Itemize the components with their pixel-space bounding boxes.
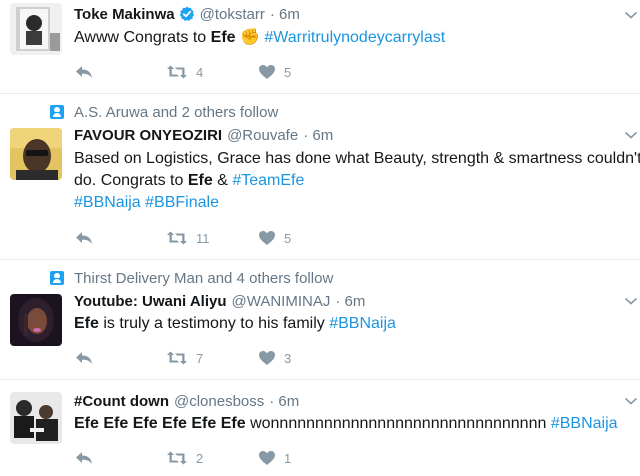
user-handle[interactable]: @WANIMINAJ	[232, 293, 331, 310]
user-handle[interactable]: @tokstarr	[200, 6, 265, 23]
tweet-4[interactable]: #Count down @clonesboss · 6m Efe Efe Efe…	[0, 380, 640, 476]
like-count: 5	[284, 64, 292, 80]
tweet-header: Toke Makinwa @tokstarr · 6m	[74, 3, 300, 25]
hashtag-link[interactable]: #BBFinale	[145, 194, 219, 211]
hashtag-link[interactable]: #Warritrulynodeycarrylast	[264, 29, 445, 46]
avatar[interactable]	[10, 294, 62, 346]
display-name[interactable]: #Count down	[74, 393, 169, 410]
tweet-header: Youtube: Uwani Aliyu @WANIMINAJ · 6m	[74, 290, 365, 312]
timestamp[interactable]: · 6m	[335, 293, 365, 310]
reply-button[interactable]	[74, 448, 94, 468]
like-button[interactable]: 5	[258, 228, 291, 248]
timestamp[interactable]: · 6m	[270, 6, 300, 23]
chevron-down-icon[interactable]	[624, 10, 638, 20]
retweet-button[interactable]: 4	[166, 62, 203, 82]
tweet-header: #Count down @clonesboss · 6m	[74, 390, 299, 412]
retweet-count: 7	[196, 350, 204, 366]
tweet-text: Efe is truly a testimony to his family #…	[74, 313, 640, 335]
tweet-text-line: do. Congrats to Efe & #TeamEfe	[74, 170, 640, 192]
tweet-text: Efe Efe Efe Efe Efe Efe wonnnnnnnnnnnnnn…	[74, 413, 640, 435]
reply-button[interactable]	[74, 348, 94, 368]
retweet-icon	[167, 231, 187, 245]
tweet-text: Based on Logistics, Grace has done what …	[74, 148, 640, 214]
follow-context-icon	[50, 271, 64, 285]
reply-icon	[76, 352, 92, 364]
timestamp[interactable]: · 6m	[269, 393, 299, 410]
social-context-label: A.S. Aruwa and 2 others follow	[74, 103, 279, 121]
social-context[interactable]: A.S. Aruwa and 2 others follow	[50, 102, 278, 122]
chevron-down-icon[interactable]	[624, 296, 638, 306]
tweet-actions: 7 3	[74, 348, 374, 368]
like-button[interactable]: 5	[258, 62, 291, 82]
tweet-text: Awww Congrats to Efe ✊ #Warritrulynodeyc…	[74, 27, 640, 49]
tweet-2[interactable]: A.S. Aruwa and 2 others follow FAVOUR ON…	[0, 94, 640, 260]
avatar[interactable]	[10, 128, 62, 180]
like-count: 5	[284, 230, 292, 246]
retweet-icon	[167, 65, 187, 79]
display-name[interactable]: Toke Makinwa	[74, 6, 175, 23]
tweet-text-line: Efe is truly a testimony to his family #…	[74, 313, 640, 335]
avatar[interactable]	[10, 392, 62, 444]
reply-icon	[76, 452, 92, 464]
hashtag-link[interactable]: #BBNaija	[329, 315, 396, 332]
tweet-actions: 4 5	[74, 62, 374, 82]
like-count: 1	[284, 450, 292, 466]
tweet-text-line: #BBNaija #BBFinale	[74, 192, 640, 214]
user-handle[interactable]: @Rouvafe	[227, 127, 298, 144]
like-count: 3	[284, 350, 292, 366]
heart-icon	[259, 351, 275, 365]
reply-button[interactable]	[74, 62, 94, 82]
bold-mention: Efe	[74, 315, 99, 332]
tweet-text-segment: is truly a testimony to his family	[98, 315, 330, 332]
retweet-icon	[167, 351, 187, 365]
reply-icon	[76, 232, 92, 244]
social-context[interactable]: Thirst Delivery Man and 4 others follow	[50, 268, 333, 288]
bold-mention: Efe Efe Efe Efe Efe Efe	[74, 415, 246, 432]
verified-badge-icon	[179, 6, 194, 21]
like-button[interactable]: 1	[258, 448, 291, 468]
social-context-label: Thirst Delivery Man and 4 others follow	[74, 269, 334, 287]
retweet-button[interactable]: 7	[166, 348, 203, 368]
hashtag-link[interactable]: #TeamEfe	[232, 172, 304, 189]
retweet-count: 11	[196, 230, 210, 246]
tweet-header: FAVOUR ONYEOZIRI @Rouvafe · 6m	[74, 124, 333, 146]
tweet-actions: 2 1	[74, 448, 374, 468]
retweet-count: 4	[196, 64, 204, 80]
tweet-text-segment: wonnnnnnnnnnnnnnnnnnnnnnnnnnnnnnn	[245, 415, 551, 432]
bold-mention: Efe	[187, 172, 213, 189]
user-handle[interactable]: @clonesboss	[174, 393, 264, 410]
tweet-3[interactable]: Thirst Delivery Man and 4 others follow …	[0, 260, 640, 380]
like-button[interactable]: 3	[258, 348, 291, 368]
tweet-text-segment: Awww Congrats to	[74, 29, 211, 46]
retweet-count: 2	[196, 450, 204, 466]
bold-mention: Efe	[210, 29, 236, 46]
tweet-text-segment: &	[212, 172, 233, 189]
retweet-button[interactable]: 11	[166, 228, 210, 248]
display-name[interactable]: Youtube: Uwani Aliyu	[74, 293, 227, 310]
chevron-down-icon[interactable]	[624, 396, 638, 406]
hashtag-link[interactable]: #BBNaija	[551, 415, 618, 432]
heart-icon	[259, 65, 275, 79]
timestamp[interactable]: · 6m	[303, 127, 333, 144]
hashtag-link[interactable]: #BBNaija	[74, 194, 141, 211]
display-name[interactable]: FAVOUR ONYEOZIRI	[74, 127, 222, 144]
retweet-button[interactable]: 2	[166, 448, 203, 468]
follow-context-icon	[50, 105, 64, 119]
tweet-actions: 11 5	[74, 228, 374, 248]
chevron-down-icon[interactable]	[624, 130, 638, 140]
reply-button[interactable]	[74, 228, 94, 248]
heart-icon	[259, 451, 275, 465]
avatar[interactable]	[10, 3, 62, 55]
heart-icon	[259, 231, 275, 245]
tweet-1[interactable]: Toke Makinwa @tokstarr · 6m Awww Congrat…	[0, 0, 640, 94]
tweet-text-line: Efe Efe Efe Efe Efe Efe wonnnnnnnnnnnnnn…	[74, 413, 640, 435]
tweet-text-segment: Based on Logistics, Grace has done what …	[74, 150, 640, 167]
retweet-icon	[167, 451, 187, 465]
reply-icon	[76, 66, 92, 78]
tweet-text-line: Based on Logistics, Grace has done what …	[74, 148, 640, 170]
tweet-text-segment: ✊	[235, 29, 265, 46]
tweet-text-segment: do. Congrats to	[74, 172, 188, 189]
tweet-text-line: Awww Congrats to Efe ✊ #Warritrulynodeyc…	[74, 27, 640, 49]
